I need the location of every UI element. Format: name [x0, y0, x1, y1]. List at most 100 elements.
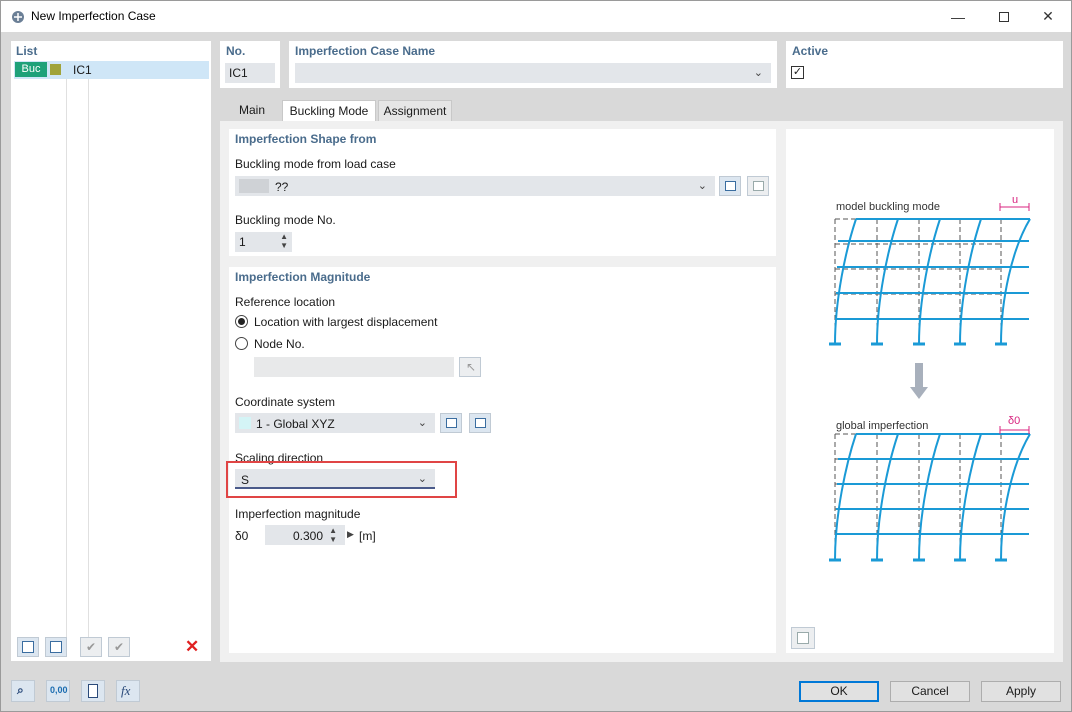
top-frame [829, 218, 1031, 346]
new-item-button[interactable] [17, 637, 39, 657]
check-icon: ✔ [86, 640, 97, 654]
function-icon: fx [121, 683, 131, 698]
active-panel: Active ✓ [786, 41, 1063, 88]
triangle-right-icon[interactable]: ▶ [347, 529, 354, 540]
bottom-marker: δ0 [1008, 415, 1020, 427]
shape-header: Imperfection Shape from [235, 132, 377, 146]
image-icon [797, 632, 809, 644]
copy-item-button[interactable] [45, 637, 67, 657]
bottom-caption: global imperfection [836, 420, 928, 432]
name-combobox[interactable]: ⌄ [295, 63, 771, 83]
tab-buckling-mode[interactable]: Buckling Mode [282, 100, 376, 121]
check-button[interactable]: ✔ [80, 637, 102, 657]
radio-node-no[interactable] [235, 337, 248, 350]
list-item[interactable]: Buc IC1 [14, 61, 209, 79]
uncheck-button[interactable]: ✔ [108, 637, 130, 657]
edit-load-case-button[interactable] [747, 176, 769, 196]
dialog-window: New Imperfection Case — ✕ List Buc IC1 ✔… [0, 0, 1072, 712]
chevron-down-icon: ⌄ [753, 67, 763, 79]
chevron-down-icon: ⌄ [697, 180, 707, 192]
chevron-down-icon: ⌄ [417, 417, 427, 429]
app-icon [12, 11, 24, 23]
title-bar: New Imperfection Case — ✕ [1, 1, 1071, 32]
mode-no-value: 1 [239, 235, 246, 249]
new-load-case-button[interactable] [719, 176, 741, 196]
arrow-head [910, 387, 928, 399]
magnitude-header: Imperfection Magnitude [235, 270, 371, 284]
mode-no-spinner[interactable]: 1 ▲ ▼ [235, 232, 292, 252]
ok-button[interactable]: OK [799, 681, 879, 702]
spinner-icon: ▲ ▼ [280, 232, 288, 250]
no-field[interactable]: IC1 [225, 63, 275, 83]
minimize-button[interactable]: — [935, 1, 981, 32]
copy-icon [50, 641, 62, 653]
new-coord-button[interactable] [440, 413, 462, 433]
model-button[interactable] [81, 680, 105, 702]
list-panel: List Buc IC1 [11, 41, 211, 661]
cancel-button[interactable]: Cancel [890, 681, 970, 702]
units-button[interactable]: 0,00 [46, 680, 70, 702]
edit-icon [475, 418, 486, 428]
checkmark-icon: ✓ [792, 66, 803, 78]
model-icon [88, 684, 98, 698]
node-no-field[interactable] [254, 357, 454, 377]
divider [66, 79, 67, 639]
color-swatch [50, 64, 61, 75]
tab-main[interactable]: Main [227, 100, 277, 121]
maximize-button[interactable] [981, 1, 1027, 32]
diagram-panel: model buckling mode u global imperfectio… [786, 129, 1054, 653]
uncheck-icon: ✔ [114, 640, 125, 654]
imp-value: 0.300 [292, 529, 323, 543]
bottom-frame [829, 433, 1031, 562]
mode-no-label: Buckling mode No. [235, 213, 336, 227]
tab-assignment[interactable]: Assignment [378, 100, 452, 121]
opt-largest-label: Location with largest displacement [254, 315, 438, 329]
name-panel: Imperfection Case Name ⌄ [289, 41, 777, 88]
coord-swatch [239, 417, 251, 429]
list-item-name: IC1 [73, 63, 92, 77]
help-button[interactable]: ⌕ [11, 680, 35, 702]
active-label: Active [792, 44, 829, 58]
active-checkbox[interactable]: ✓ [791, 66, 804, 79]
buckling-diagram: model buckling mode u global imperfectio… [829, 194, 1031, 562]
units-icon: 0,00 [50, 685, 68, 695]
new-icon [446, 418, 457, 428]
shape-panel: Imperfection Shape from Buckling mode fr… [229, 129, 776, 256]
top-caption: model buckling mode [836, 201, 940, 213]
new-icon [725, 181, 736, 191]
load-case-combobox[interactable]: ?? ⌄ [235, 176, 715, 196]
new-icon [22, 641, 34, 653]
radio-largest-displacement[interactable] [235, 315, 248, 328]
formula-button[interactable]: fx [116, 680, 140, 702]
coord-value: 1 - Global XYZ [256, 417, 335, 431]
imp-unit: [m] [359, 529, 376, 543]
close-button[interactable]: ✕ [1025, 1, 1071, 32]
list-item-tag: Buc [15, 62, 47, 77]
spinner-icon: ▲ ▼ [329, 526, 337, 544]
name-label: Imperfection Case Name [295, 44, 436, 58]
load-case-value: ?? [275, 180, 289, 194]
edit-icon [753, 181, 764, 191]
apply-button[interactable]: Apply [981, 681, 1061, 702]
list-header: List [16, 44, 38, 58]
magnitude-panel: Imperfection Magnitude Reference locatio… [229, 267, 776, 653]
coord-label: Coordinate system [235, 395, 336, 409]
coord-combobox[interactable]: 1 - Global XYZ ⌄ [235, 413, 435, 433]
reference-label: Reference location [235, 295, 336, 309]
divider [88, 79, 89, 639]
highlight-box [226, 461, 457, 498]
search-icon: ⌕ [17, 683, 24, 697]
delete-button[interactable]: ✕ [181, 637, 203, 657]
pick-node-button[interactable]: ↖ [459, 357, 481, 377]
edit-coord-button[interactable] [469, 413, 491, 433]
imp-value-field[interactable]: 0.300 ▲ ▼ [265, 525, 345, 545]
cursor-icon: ↖ [466, 360, 477, 374]
imp-symbol: δ0 [235, 529, 249, 543]
load-case-swatch [239, 179, 269, 193]
delta-marker [999, 426, 1030, 434]
window-title: New Imperfection Case [31, 9, 156, 23]
top-marker: u [1012, 194, 1018, 206]
diagram-options-button[interactable] [791, 627, 815, 649]
delete-icon: ✕ [185, 637, 200, 656]
maximize-icon [999, 11, 1009, 22]
